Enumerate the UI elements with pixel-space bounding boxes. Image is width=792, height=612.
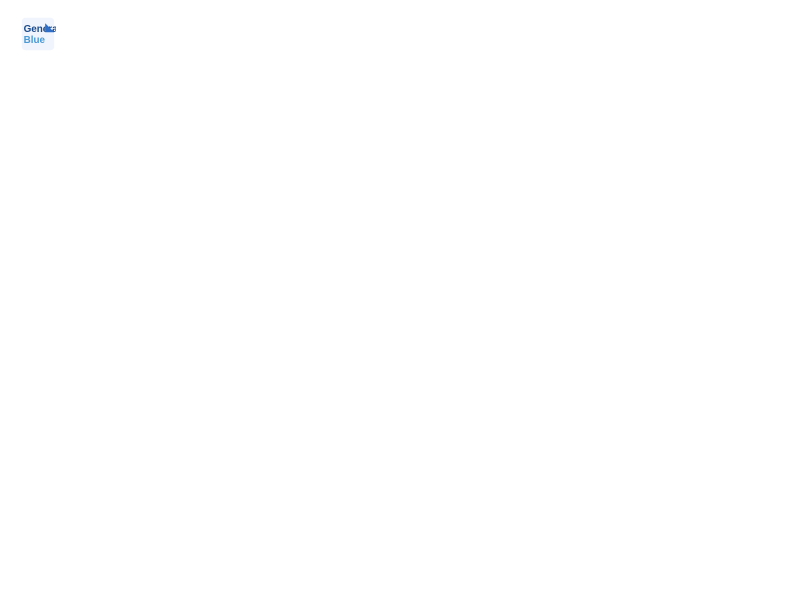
svg-text:Blue: Blue: [24, 35, 46, 46]
logo: General Blue: [20, 16, 60, 52]
logo-icon: General Blue: [20, 16, 56, 52]
header: General Blue: [20, 16, 772, 52]
